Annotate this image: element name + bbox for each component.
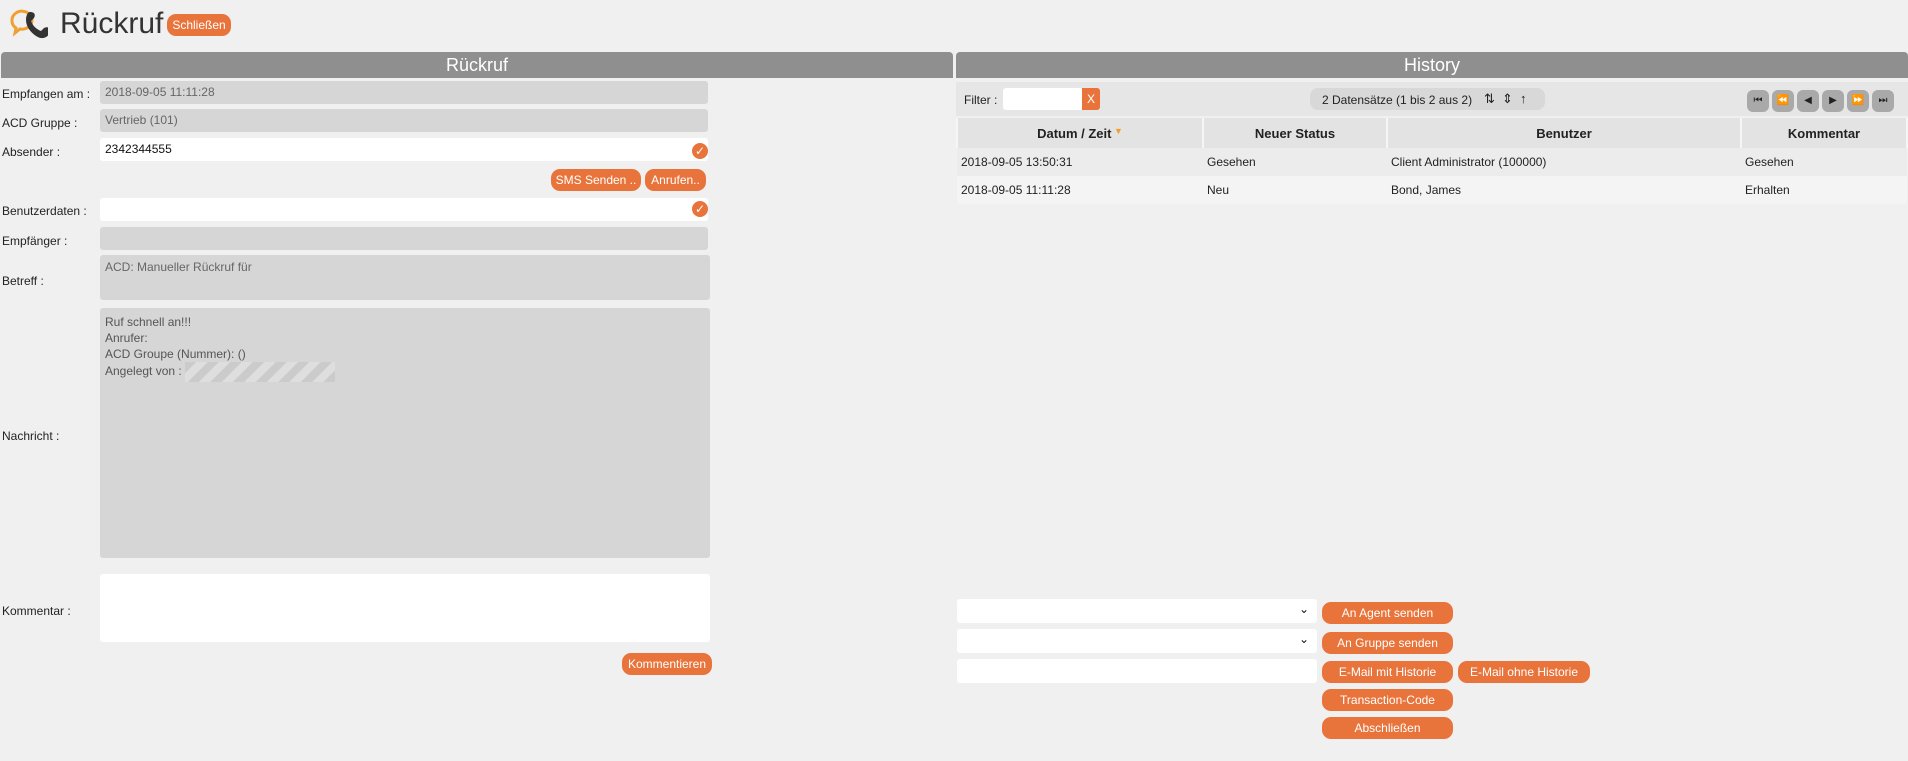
next-page-icon[interactable]: ▶ (1822, 90, 1844, 112)
cell-status: Gesehen (1203, 148, 1387, 176)
fast-forward-icon[interactable]: ⏩ (1847, 90, 1869, 112)
last-page-icon[interactable]: ⏭ (1872, 90, 1894, 112)
table-header-row: Datum / Zeit ▼ Neuer Status Benutzer Kom… (956, 118, 1908, 148)
app-logo-icon (8, 6, 50, 46)
filter-clear-button[interactable]: X (1082, 88, 1100, 110)
cell-kommentar: Erhalten (1741, 176, 1907, 204)
record-info: 2 Datensätze (1 bis 2 aus 2) (1322, 93, 1473, 107)
sort-desc-icon[interactable]: ⇅ (1484, 91, 1495, 107)
benutzerdaten-label: Benutzerdaten : (2, 204, 87, 218)
rueckruf-panel-header: Rückruf (1, 52, 953, 78)
sort-asc-icon[interactable]: ↑ (1520, 91, 1527, 106)
chevron-down-icon: ⌄ (1298, 632, 1309, 646)
page-title: Rückruf (60, 7, 164, 40)
column-header-kommentar[interactable]: Kommentar (1740, 118, 1908, 148)
nachricht-line: Ruf schnell an!!! (105, 315, 192, 329)
benutzerdaten-input[interactable] (100, 198, 708, 221)
table-row[interactable]: 2018-09-05 13:50:31 Gesehen Client Admin… (957, 148, 1907, 176)
group-select[interactable]: ⌄ (957, 629, 1317, 653)
email-with-history-button[interactable]: E-Mail mit Historie (1322, 661, 1453, 683)
absender-check-icon[interactable]: ✓ (692, 143, 708, 159)
send-to-agent-button[interactable]: An Agent senden (1322, 602, 1453, 624)
email-without-history-button[interactable]: E-Mail ohne Historie (1458, 661, 1590, 683)
table-row[interactable]: 2018-09-05 11:11:28 Neu Bond, James Erha… (957, 176, 1907, 204)
cell-benutzer: Bond, James (1387, 176, 1741, 204)
history-panel-header: History (956, 52, 1908, 78)
first-page-icon[interactable]: ⏮ (1747, 90, 1769, 112)
nachricht-line: Anrufer: (105, 331, 148, 345)
sms-send-button[interactable]: SMS Senden .. (551, 169, 641, 191)
call-button[interactable]: Anrufen.. (645, 169, 706, 191)
filter-input[interactable] (1003, 88, 1083, 110)
nachricht-line: Angelegt von : (105, 362, 710, 382)
betreff-label: Betreff : (2, 274, 44, 288)
benutzerdaten-check-icon[interactable]: ✓ (692, 201, 708, 217)
sort-indicator-icon: ▼ (1111, 125, 1123, 136)
cell-datum: 2018-09-05 11:11:28 (957, 176, 1203, 204)
redacted-block (184, 362, 335, 382)
acd-gruppe-label: ACD Gruppe : (2, 116, 78, 130)
agent-select[interactable]: ⌄ (957, 599, 1317, 623)
fast-back-icon[interactable]: ⏪ (1772, 90, 1794, 112)
nachricht-label: Nachricht : (2, 429, 60, 443)
cell-benutzer: Client Administrator (100000) (1387, 148, 1741, 176)
betreff-field: ACD: Manueller Rückruf für (100, 255, 710, 300)
history-table: Datum / Zeit ▼ Neuer Status Benutzer Kom… (956, 118, 1908, 204)
sort-both-icon[interactable]: ⇕ (1502, 91, 1513, 107)
empfangen-field: 2018-09-05 11:11:28 (100, 81, 708, 104)
empfaenger-label: Empfänger : (2, 234, 68, 248)
cell-datum: 2018-09-05 13:50:31 (957, 148, 1203, 176)
acd-gruppe-field: Vertrieb (101) (100, 109, 708, 132)
filter-label: Filter : (964, 93, 998, 107)
column-header-status[interactable]: Neuer Status (1202, 118, 1388, 148)
send-to-group-button[interactable]: An Gruppe senden (1322, 632, 1453, 654)
nachricht-field: Ruf schnell an!!! Anrufer: ACD Groupe (N… (100, 308, 710, 558)
absender-input[interactable]: 2342344555 (100, 138, 708, 161)
cell-status: Neu (1203, 176, 1387, 204)
absender-label: Absender : (2, 145, 61, 159)
empfaenger-field (100, 227, 708, 250)
kommentar-textarea[interactable] (100, 574, 710, 642)
chevron-down-icon: ⌄ (1298, 602, 1309, 616)
email-input[interactable] (957, 659, 1317, 683)
column-header-datum[interactable]: Datum / Zeit ▼ (956, 118, 1204, 148)
close-button[interactable]: Schließen (167, 14, 231, 36)
nachricht-line: ACD Groupe (Nummer): () (105, 347, 246, 361)
column-header-benutzer[interactable]: Benutzer (1386, 118, 1742, 148)
prev-page-icon[interactable]: ◀ (1797, 90, 1819, 112)
finish-button[interactable]: Abschließen (1322, 717, 1453, 739)
cell-kommentar: Gesehen (1741, 148, 1907, 176)
empfangen-label: Empfangen am : (2, 87, 91, 101)
kommentar-label: Kommentar : (2, 604, 71, 618)
comment-button[interactable]: Kommentieren (622, 653, 712, 675)
transaction-code-button[interactable]: Transaction-Code (1322, 689, 1453, 711)
